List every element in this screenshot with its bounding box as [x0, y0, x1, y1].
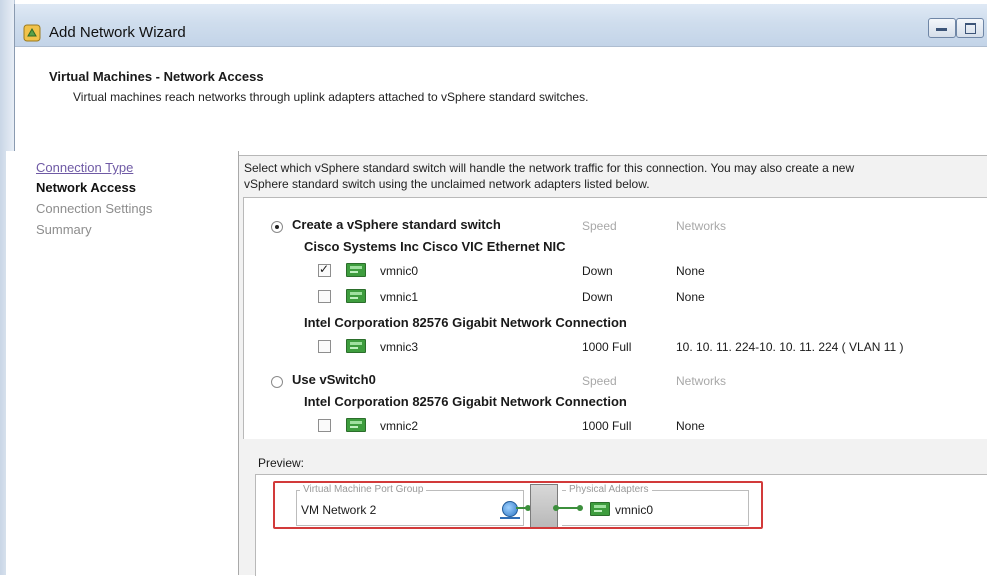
networks-column-header: Networks	[676, 374, 727, 388]
vendor-heading: Cisco Systems Inc Cisco VIC Ethernet NIC	[304, 239, 566, 254]
vmnic0-checkbox[interactable]	[318, 262, 331, 277]
vmnic2-checkbox[interactable]	[318, 419, 331, 432]
maximize-button[interactable]	[956, 18, 984, 38]
vmnic1-checkbox[interactable]	[318, 290, 331, 303]
nic-name: vmnic2	[380, 419, 419, 433]
wizard-header: Virtual Machines - Network Access Virtua…	[15, 47, 987, 156]
network-adapter-icon	[346, 289, 366, 303]
speed-column-header: Speed	[582, 219, 617, 233]
nic-speed: Down	[582, 290, 613, 304]
minimize-icon	[936, 28, 947, 31]
use-vswitch0-label[interactable]: Use vSwitch0	[292, 372, 376, 387]
minimize-button[interactable]	[928, 18, 956, 38]
nic-networks: None	[676, 264, 705, 278]
wizard-app-icon	[23, 24, 41, 42]
main-description: Select which vSphere standard switch wil…	[244, 160, 974, 192]
vendor-heading: Intel Corporation 82576 Gigabit Network …	[304, 315, 627, 330]
nic-name: vmnic3	[380, 340, 419, 354]
nav-step-connection-type[interactable]: Connection Type	[36, 160, 133, 175]
nav-step-connection-settings: Connection Settings	[36, 201, 153, 216]
highlight-annotation-frame	[273, 481, 763, 529]
page-subtitle: Virtual machines reach networks through …	[73, 90, 589, 104]
description-line-1: Select which vSphere standard switch wil…	[244, 161, 855, 175]
nic-speed: 1000 Full	[582, 419, 632, 433]
network-adapter-icon	[346, 339, 366, 353]
nic-speed: 1000 Full	[582, 340, 632, 354]
nic-name: vmnic1	[380, 290, 419, 304]
network-adapter-icon	[346, 263, 366, 277]
preview-label: Preview:	[258, 456, 305, 470]
description-line-2: vSphere standard switch using the unclai…	[244, 177, 650, 191]
create-switch-label[interactable]: Create a vSphere standard switch	[292, 217, 501, 232]
vmnic3-checkbox[interactable]	[318, 340, 331, 353]
use-vswitch0-radio[interactable]	[271, 376, 283, 388]
window-title: Add Network Wizard	[49, 24, 186, 41]
vendor-heading: Intel Corporation 82576 Gigabit Network …	[304, 394, 627, 409]
speed-column-header: Speed	[582, 374, 617, 388]
maximize-icon	[965, 23, 976, 34]
nic-networks: 10. 10. 11. 224-10. 10. 11. 224 ( VLAN 1…	[676, 340, 904, 354]
nav-step-network-access: Network Access	[36, 180, 136, 195]
nic-speed: Down	[582, 264, 613, 278]
title-bar[interactable]: Add Network Wizard	[15, 4, 987, 47]
network-adapter-icon	[346, 418, 366, 432]
nav-step-summary: Summary	[36, 222, 92, 237]
networks-column-header: Networks	[676, 219, 727, 233]
create-switch-radio[interactable]	[271, 221, 283, 233]
wizard-step-nav: Connection Type Network Access Connectio…	[6, 151, 239, 575]
nic-name: vmnic0	[380, 264, 419, 278]
page-title: Virtual Machines - Network Access	[49, 69, 264, 84]
nic-networks: None	[676, 419, 705, 433]
nic-networks: None	[676, 290, 705, 304]
